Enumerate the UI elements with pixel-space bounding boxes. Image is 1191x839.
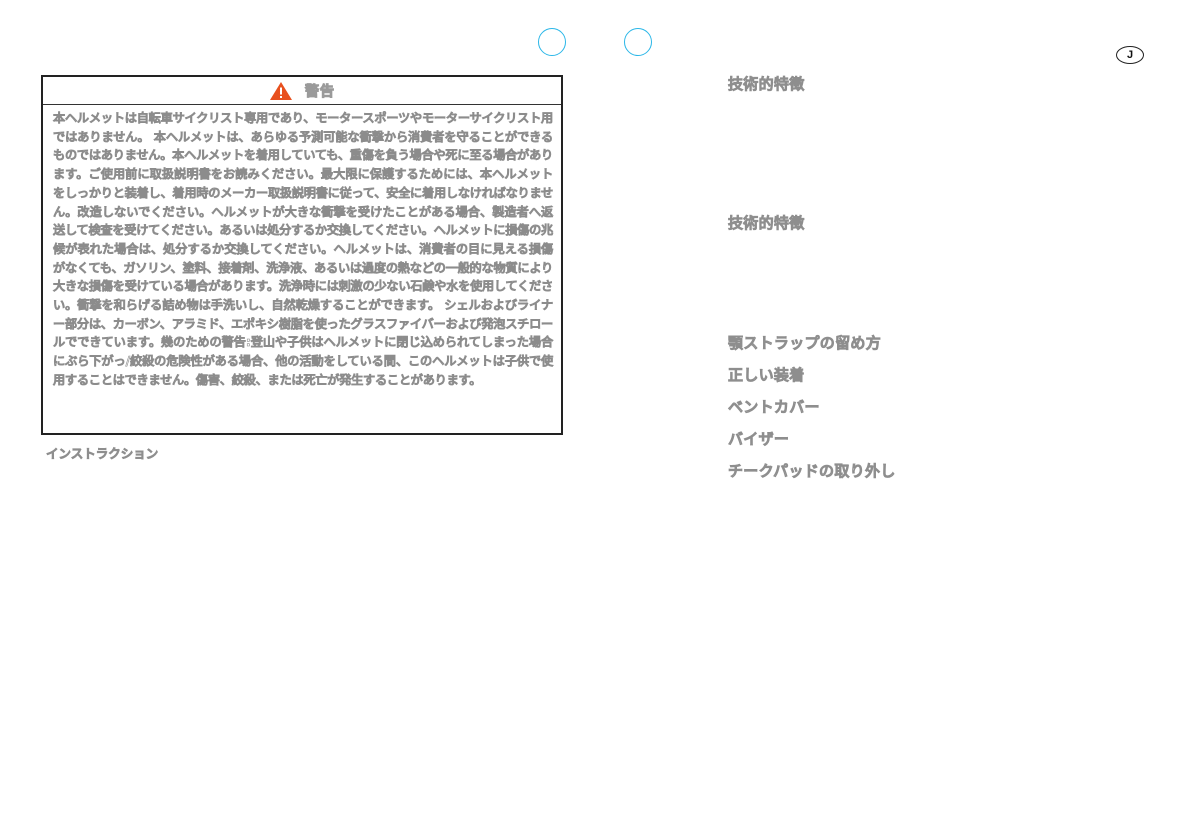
toc-item-technical-features-2[interactable]: 技術的特徴	[728, 212, 805, 233]
warning-box: 警告 本ヘルメットは自転車サイクリスト専用であり、モータースポーツやモーターサイ…	[41, 75, 563, 435]
toc-item-vent-cover[interactable]: ベントカバー	[728, 396, 820, 417]
toc-item-correct-fit[interactable]: 正しい装着	[728, 364, 805, 385]
language-badge: J	[1116, 46, 1144, 64]
warning-header: 警告	[43, 77, 561, 105]
instructions-label: インストラクション	[46, 446, 159, 462]
toc-item-technical-features-1[interactable]: 技術的特徴	[728, 73, 805, 94]
warning-title: 警告	[305, 83, 335, 100]
warning-body-text: 本ヘルメットは自転車サイクリスト専用であり、モータースポーツやモーターサイクリス…	[53, 111, 554, 387]
toc-item-cheek-pad-removal[interactable]: チークパッドの取り外し	[728, 460, 896, 481]
placeholder-circle-left	[538, 28, 566, 56]
toc-item-chin-strap[interactable]: 顎ストラップの留め方	[728, 332, 881, 353]
warning-triangle-icon	[270, 81, 292, 100]
toc-item-visor[interactable]: バイザー	[728, 428, 790, 449]
placeholder-circle-right	[624, 28, 652, 56]
